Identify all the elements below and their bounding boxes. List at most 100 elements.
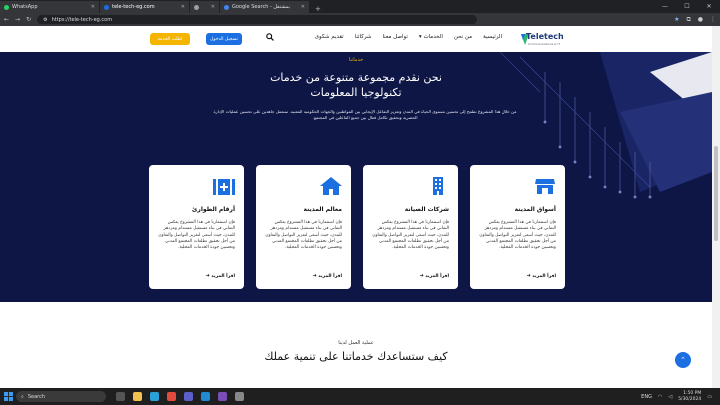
nav-links: الرئيسية من نحن الخدمات ▾ تواصل معنا شرك…	[294, 34, 502, 40]
close-icon[interactable]: ✕	[301, 4, 305, 10]
browser-tab-strip: WhatsApp ✕ tele-tech-eg.com ✕ ✕ Google S…	[0, 0, 720, 13]
notification-icon[interactable]: ▭	[707, 394, 712, 400]
teams-icon[interactable]	[184, 392, 193, 401]
card-body: فإن استثمارنا في هذا المشروع يعكس التفان…	[158, 220, 235, 251]
system-tray: ENG ◠ ◁ 1:50 PM 5/30/2024 ▭	[641, 391, 720, 403]
menu-icon[interactable]: ⋮	[710, 16, 716, 23]
clock-date: 5/30/2024	[678, 396, 702, 402]
url-text[interactable]: https://tele-tech-eg.com	[52, 17, 113, 23]
edge-icon[interactable]	[150, 392, 159, 401]
search-icon[interactable]	[266, 33, 274, 43]
read-more-link[interactable]: اقرأ المزيد ➜	[526, 273, 556, 279]
service-card: شركات الصيانة فإن استثمارنا في هذا المشر…	[363, 165, 458, 289]
tab-whatsapp[interactable]: WhatsApp ✕	[0, 1, 100, 13]
card-title: أرقام الطوارئ	[191, 206, 235, 213]
service-card: أسواق المدينة فإن استثمارنا في هذا المشر…	[470, 165, 565, 289]
home-icon	[320, 177, 342, 195]
whatsapp-icon	[4, 4, 9, 10]
nav-services-label: الخدمات	[423, 34, 443, 40]
browser-toolbar: ← → ↻ ⚙ https://tele-tech-eg.com ★ ⧉ ● ⋮	[0, 13, 720, 26]
section-eyebrow: خدماتنا	[348, 57, 364, 63]
file-explorer-icon[interactable]	[133, 392, 142, 401]
read-more-label: اقرأ المزيد	[532, 274, 556, 279]
site-icon	[104, 4, 109, 10]
bookmark-star-icon[interactable]: ★	[674, 16, 679, 23]
building-icon	[433, 177, 443, 195]
close-icon[interactable]: ✕	[211, 4, 215, 10]
arrow-left-icon: ➜	[419, 273, 424, 279]
tab-title: Google Search - بمشتقل	[232, 4, 290, 10]
page-scrollbar[interactable]	[712, 26, 720, 388]
minimize-button[interactable]: —	[654, 3, 676, 10]
start-button[interactable]	[0, 388, 16, 405]
card-title: شركات الصيانة	[404, 206, 449, 213]
taskbar-apps	[116, 392, 244, 401]
scrollbar-thumb[interactable]	[714, 146, 718, 241]
close-icon[interactable]: ✕	[91, 4, 95, 10]
taskbar-search-label: Search	[27, 393, 45, 400]
arrow-left-icon: ➜	[312, 273, 317, 279]
nav-services[interactable]: الخدمات ▾	[419, 34, 443, 40]
app-icon[interactable]	[218, 392, 227, 401]
logo-text: Teletech	[526, 32, 564, 41]
request-service-button[interactable]: اطلب الخدمة	[150, 33, 190, 45]
taskbar-search[interactable]: ⌕ Search	[16, 391, 106, 402]
scroll-to-top-button[interactable]: ⌃	[675, 352, 691, 368]
read-more-link[interactable]: اقرأ المزيد ➜	[419, 273, 449, 279]
wifi-icon[interactable]: ◠	[658, 394, 662, 400]
task-view-icon[interactable]	[116, 392, 125, 401]
read-more-label: اقرأ المزيد	[318, 274, 342, 279]
close-icon[interactable]: ✕	[181, 4, 185, 10]
clock[interactable]: 1:50 PM 5/30/2024	[678, 391, 701, 403]
tray-lang[interactable]: ENG	[641, 394, 652, 400]
tab-blank[interactable]: ✕	[190, 1, 220, 13]
tab-teletech[interactable]: tele-tech-eg.com ✕	[100, 1, 190, 13]
nav-home[interactable]: الرئيسية	[483, 34, 502, 40]
card-body: فإن استثمارنا في هذا المشروع يعكس التفان…	[265, 220, 342, 251]
windows-taskbar: ⌕ Search ENG ◠ ◁ 1:50 PM 5/30/2024 ▭	[0, 388, 720, 405]
forward-icon[interactable]: →	[15, 16, 20, 23]
webpage: اطلب الخدمة تسجيل الدخول الرئيسية من نحن…	[0, 26, 720, 388]
volume-icon[interactable]: ◁	[668, 394, 672, 400]
nav-about[interactable]: من نحن	[454, 34, 472, 40]
tab-title: WhatsApp	[12, 4, 38, 10]
address-bar[interactable]: ⚙ https://tele-tech-eg.com	[37, 15, 478, 24]
read-more-link[interactable]: اقرأ المزيد ➜	[312, 273, 342, 279]
store-icon	[535, 179, 555, 194]
first-aid-icon	[213, 179, 235, 195]
process-eyebrow: عملية العمل لدينا	[338, 340, 374, 346]
logo-subtitle: Communications & IT	[528, 42, 561, 46]
arrow-left-icon: ➜	[526, 273, 531, 279]
reload-icon[interactable]: ↻	[26, 16, 31, 23]
nav-complaint[interactable]: تقديم شكوى	[315, 34, 344, 40]
new-tab-button[interactable]: +	[310, 5, 326, 13]
app-icon[interactable]	[235, 392, 244, 401]
login-button[interactable]: تسجيل الدخول	[206, 33, 242, 45]
tab-google-search[interactable]: Google Search - بمشتقل ✕	[220, 1, 310, 13]
maximize-button[interactable]: ☐	[676, 3, 698, 10]
close-window-button[interactable]: ✕	[698, 3, 720, 10]
card-body: فإن استثمارنا في هذا المشروع يعكس التفان…	[372, 220, 449, 251]
read-more-label: اقرأ المزيد	[211, 274, 235, 279]
title-line-1: نحن نقدم مجموعة متنوعة من خدمات	[270, 71, 442, 84]
card-title: أسواق المدينة	[514, 206, 556, 213]
nav-contact[interactable]: تواصل معنا	[383, 34, 408, 40]
service-card: أرقام الطوارئ فإن استثمارنا في هذا المشر…	[149, 165, 244, 289]
read-more-link[interactable]: اقرأ المزيد ➜	[205, 273, 235, 279]
read-more-label: اقرأ المزيد	[425, 274, 449, 279]
site-info-icon[interactable]: ⚙	[43, 17, 47, 23]
back-icon[interactable]: ←	[4, 16, 9, 23]
globe-icon	[194, 4, 199, 10]
nav-partners[interactable]: شركائنا	[355, 34, 372, 40]
chevron-up-icon: ⌃	[680, 356, 686, 364]
profile-icon[interactable]: ●	[698, 16, 703, 23]
site-logo[interactable]: Teletech Communications & IT	[520, 30, 576, 48]
extensions-icon[interactable]: ⧉	[686, 16, 690, 24]
section-title: نحن نقدم مجموعة متنوعة من خدمات تكنولوجي…	[0, 70, 712, 100]
chrome-icon[interactable]	[167, 392, 176, 401]
service-card: معالم المدينة فإن استثمارنا في هذا المشر…	[256, 165, 351, 289]
card-title: معالم المدينة	[303, 206, 342, 213]
vscode-icon[interactable]	[201, 392, 210, 401]
windows-icon	[3, 392, 13, 401]
google-icon	[224, 4, 229, 10]
